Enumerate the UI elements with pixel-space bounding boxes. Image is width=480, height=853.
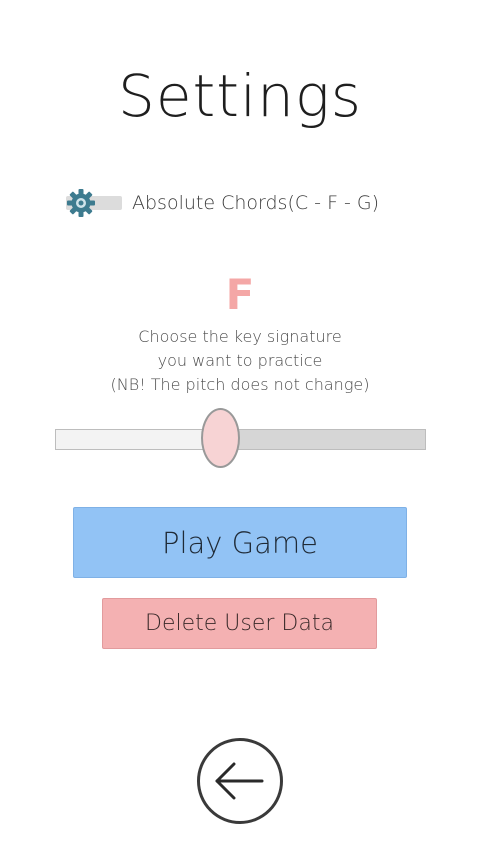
slider-handle[interactable] bbox=[201, 408, 240, 468]
gear-icon[interactable] bbox=[66, 188, 96, 218]
absolute-chords-label: Absolute Chords(C - F - G) bbox=[132, 192, 380, 214]
hint-line: Choose the key signature bbox=[138, 327, 342, 346]
slider-fill bbox=[56, 430, 222, 449]
delete-user-data-label: Delete User Data bbox=[145, 611, 334, 636]
play-game-button[interactable]: Play Game bbox=[73, 507, 407, 578]
delete-user-data-button[interactable]: Delete User Data bbox=[102, 598, 377, 649]
key-signature-slider[interactable] bbox=[55, 408, 426, 470]
key-signature-hint: Choose the key signature you want to pra… bbox=[0, 325, 480, 397]
hint-line: (NB! The pitch does not change) bbox=[110, 375, 370, 394]
absolute-chords-toggle[interactable] bbox=[66, 189, 122, 217]
play-game-label: Play Game bbox=[161, 525, 319, 560]
current-key-label: F bbox=[225, 270, 255, 319]
back-button[interactable] bbox=[196, 737, 284, 825]
arrow-left-icon bbox=[215, 762, 264, 800]
hint-line: you want to practice bbox=[157, 351, 323, 370]
absolute-chords-toggle-row[interactable]: Absolute Chords(C - F - G) bbox=[66, 186, 379, 220]
slider-track[interactable] bbox=[55, 429, 426, 450]
page-title: Settings bbox=[118, 62, 362, 130]
